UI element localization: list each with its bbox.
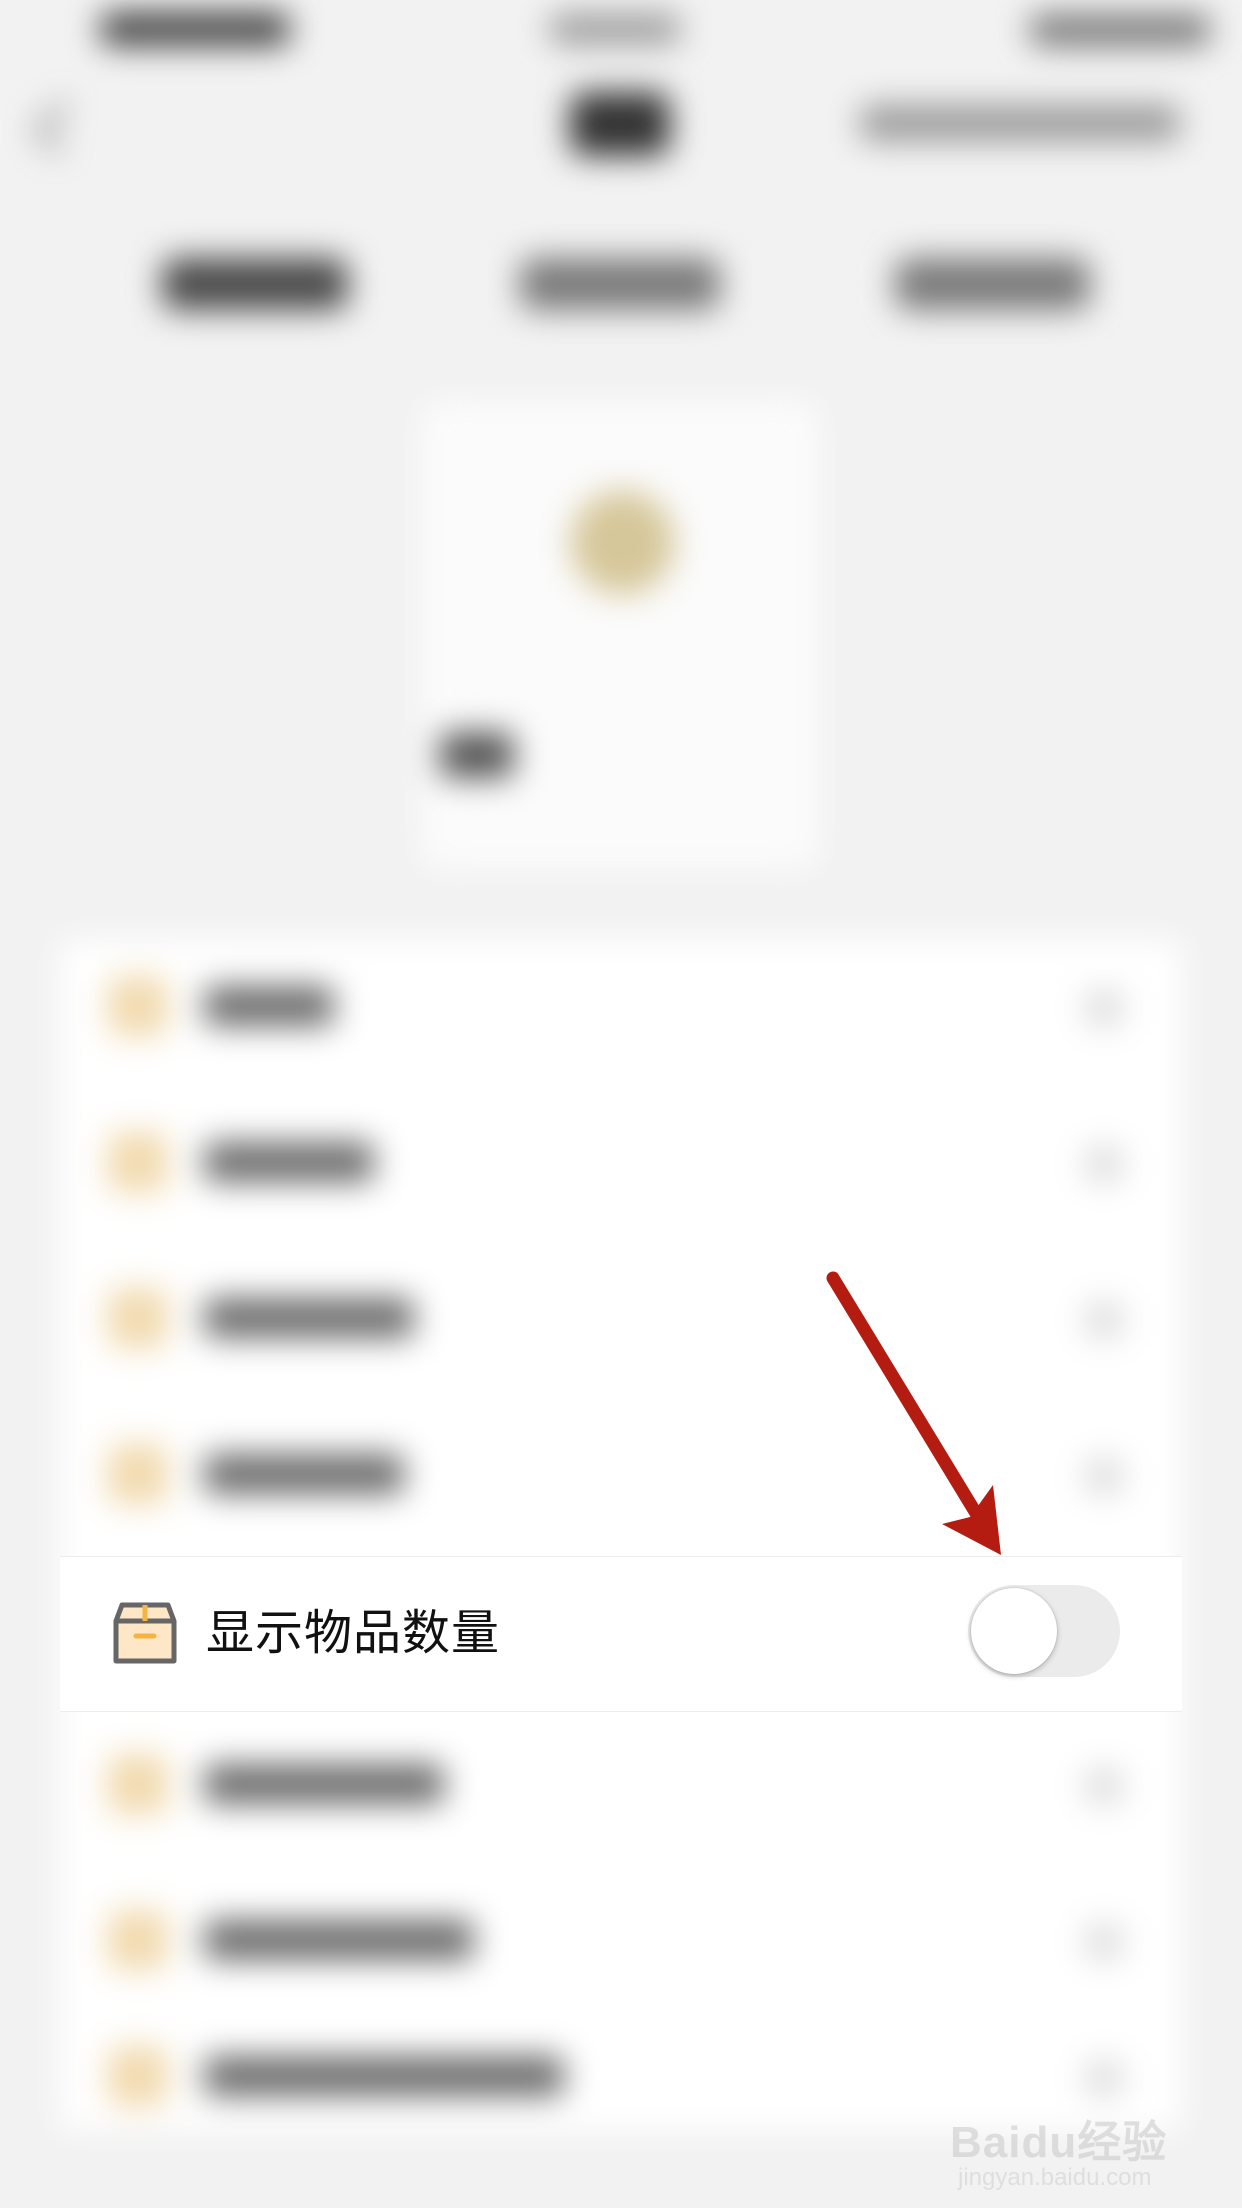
item-icon bbox=[108, 976, 168, 1036]
settings-list bbox=[60, 940, 1182, 2130]
chevron-right-icon bbox=[1086, 1768, 1122, 1804]
page-title bbox=[570, 92, 670, 156]
item-icon bbox=[108, 1132, 168, 1192]
item-label bbox=[204, 2056, 564, 2096]
list-item[interactable] bbox=[60, 1252, 1182, 1372]
status-indicators bbox=[1030, 14, 1210, 46]
toggle-knob bbox=[971, 1588, 1057, 1674]
item-label bbox=[204, 1920, 474, 1960]
chevron-right-icon bbox=[1086, 1924, 1122, 1960]
item-label bbox=[204, 1142, 374, 1182]
chevron-right-icon bbox=[1086, 1458, 1122, 1494]
box-icon bbox=[113, 1602, 177, 1664]
item-icon bbox=[108, 1910, 168, 1970]
list-item[interactable] bbox=[60, 1408, 1182, 1528]
watermark-url: jingyan.baidu.com bbox=[958, 2164, 1152, 2191]
preview-card bbox=[420, 400, 820, 870]
watermark-brand: Baidu经验 bbox=[950, 2118, 1168, 2167]
item-icon bbox=[108, 1754, 168, 1814]
preview-badge-icon bbox=[570, 490, 675, 595]
tab-1[interactable] bbox=[162, 258, 348, 310]
list-item[interactable] bbox=[60, 1096, 1182, 1216]
show-item-count-row[interactable]: 显示物品数量 bbox=[60, 1556, 1182, 1712]
chevron-right-icon bbox=[1086, 1146, 1122, 1182]
item-label bbox=[204, 1298, 414, 1338]
tab-3[interactable] bbox=[895, 258, 1090, 310]
watermark-logo: Baidu经验 jingyan.baidu.com bbox=[950, 2080, 1220, 2191]
list-item[interactable] bbox=[60, 940, 1182, 1060]
list-item[interactable] bbox=[60, 1718, 1182, 1838]
chevron-right-icon bbox=[1086, 1302, 1122, 1338]
item-icon bbox=[108, 1444, 168, 1504]
item-label bbox=[204, 986, 334, 1026]
item-label bbox=[204, 1454, 404, 1494]
status-time bbox=[100, 12, 290, 46]
setting-label: 显示物品数量 bbox=[206, 1605, 501, 1661]
tab-2[interactable] bbox=[520, 258, 720, 310]
header-action[interactable] bbox=[860, 105, 1180, 141]
status-center bbox=[550, 14, 680, 44]
preview-label bbox=[440, 732, 514, 778]
blurred-background bbox=[0, 0, 1242, 2208]
back-icon[interactable] bbox=[34, 100, 88, 154]
list-item[interactable] bbox=[60, 1874, 1182, 1994]
item-label bbox=[204, 1764, 444, 1804]
item-icon bbox=[108, 1288, 168, 1348]
show-item-count-toggle[interactable] bbox=[968, 1585, 1120, 1677]
status-bar bbox=[0, 0, 1242, 60]
chevron-right-icon bbox=[1086, 990, 1122, 1026]
item-icon bbox=[108, 2046, 168, 2106]
